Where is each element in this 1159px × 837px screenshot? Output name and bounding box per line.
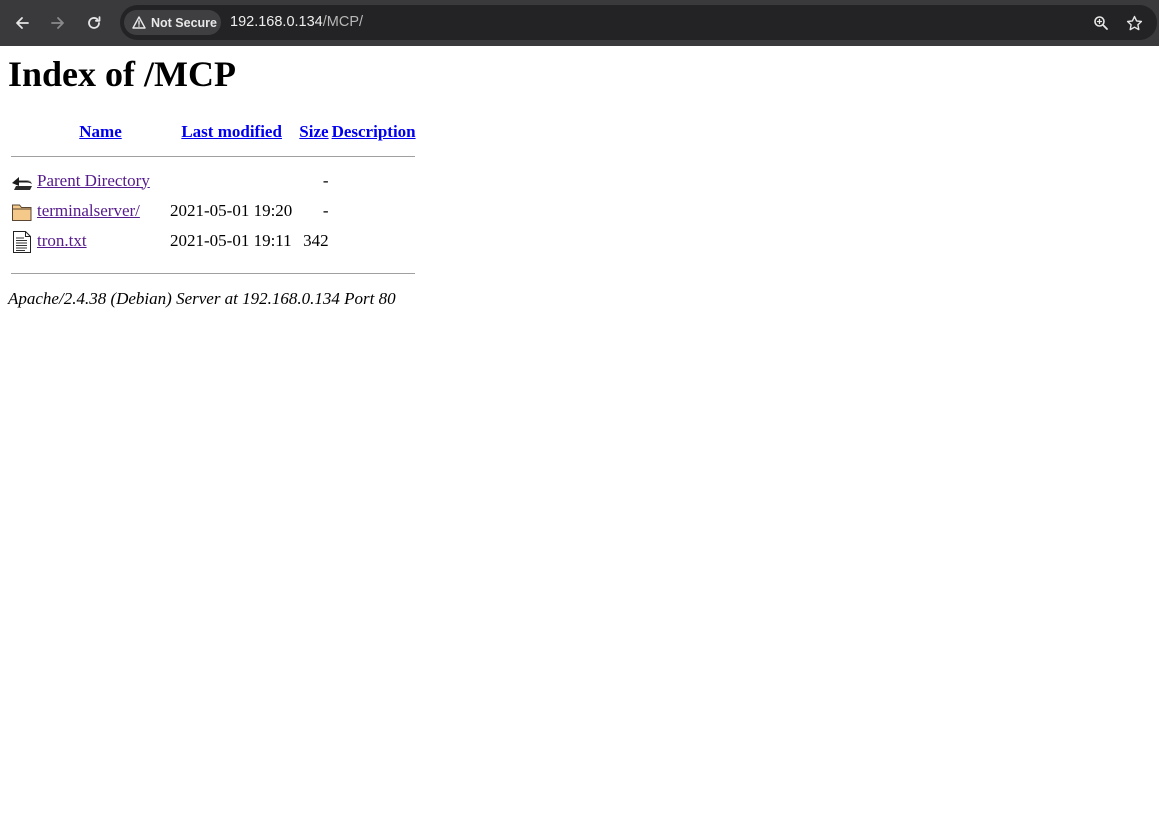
reload-icon bbox=[88, 16, 101, 29]
last-modified-cell: 2021-05-01 19:20 bbox=[170, 200, 293, 220]
description-cell bbox=[332, 230, 416, 260]
table-row: tron.txt 2021-05-01 19:11 342 bbox=[10, 230, 416, 260]
page-title: Index of /MCP bbox=[8, 54, 236, 94]
description-cell bbox=[332, 200, 416, 228]
back-arrow-icon bbox=[12, 176, 32, 190]
size-cell: - bbox=[322, 170, 329, 190]
back-arrow-icon bbox=[16, 17, 29, 29]
url-text[interactable]: 192.168.0.134/MCP/ bbox=[230, 14, 363, 30]
size-cell: 342 bbox=[303, 230, 329, 250]
forward-arrow-icon bbox=[51, 17, 64, 29]
table-row: terminalserver/ 2021-05-01 19:20 - bbox=[10, 200, 416, 228]
address-bar[interactable]: Not Secure 192.168.0.134/MCP/ bbox=[120, 5, 1157, 40]
row-icon-cell bbox=[10, 200, 34, 228]
text-file-icon bbox=[13, 230, 31, 253]
directory-listing-table: Name Last modified Size Description Pare… bbox=[8, 119, 418, 287]
sort-by-description-link[interactable]: Description bbox=[332, 122, 416, 141]
warning-icon bbox=[132, 16, 146, 29]
reload-button[interactable] bbox=[82, 11, 106, 35]
zoom-icon bbox=[1094, 16, 1108, 30]
tron-txt-link[interactable]: tron.txt bbox=[37, 231, 87, 250]
security-label: Not Secure bbox=[151, 15, 217, 30]
url-host: 192.168.0.134 bbox=[230, 14, 323, 30]
description-cell bbox=[332, 170, 416, 198]
size-column-header: Size bbox=[298, 121, 329, 143]
name-cell: tron.txt bbox=[36, 230, 165, 260]
star-icon bbox=[1126, 15, 1142, 30]
bookmark-button[interactable] bbox=[1124, 13, 1144, 33]
url-path: /MCP/ bbox=[322, 14, 364, 30]
separator-row bbox=[10, 262, 416, 285]
name-cell: Parent Directory bbox=[36, 170, 165, 198]
last-modified-cell: 2021-05-01 19:11 bbox=[170, 230, 292, 250]
sort-by-last-modified-link[interactable]: Last modified bbox=[181, 122, 282, 141]
divider bbox=[11, 155, 415, 157]
page-content: Index of /MCP Name Last modified Size De… bbox=[0, 54, 1159, 309]
terminalserver-link[interactable]: terminalserver/ bbox=[37, 201, 140, 220]
table-header-row: Name Last modified Size Description bbox=[10, 121, 416, 143]
table-row: Parent Directory - bbox=[10, 170, 416, 198]
last-modified-cell bbox=[167, 170, 296, 198]
size-cell: - bbox=[322, 200, 329, 220]
separator-row bbox=[10, 145, 416, 168]
name-cell: terminalserver/ bbox=[36, 200, 165, 228]
icon-column-header bbox=[10, 121, 34, 143]
name-column-header: Name bbox=[36, 121, 165, 143]
parent-directory-link[interactable]: Parent Directory bbox=[37, 171, 150, 190]
browser-toolbar: Not Secure 192.168.0.134/MCP/ bbox=[0, 0, 1159, 46]
row-icon-cell bbox=[10, 230, 34, 260]
back-button[interactable] bbox=[10, 11, 34, 35]
server-signature: Apache/2.4.38 (Debian) Server at 192.168… bbox=[8, 288, 396, 308]
description-column-header: Description bbox=[332, 121, 416, 143]
zoom-button[interactable] bbox=[1091, 13, 1111, 33]
folder-icon bbox=[12, 204, 32, 221]
row-icon-cell bbox=[10, 170, 34, 198]
forward-button[interactable] bbox=[46, 11, 70, 35]
divider bbox=[11, 272, 415, 274]
sort-by-size-link[interactable]: Size bbox=[299, 122, 328, 141]
sort-by-name-link[interactable]: Name bbox=[79, 122, 121, 141]
security-indicator[interactable]: Not Secure bbox=[124, 10, 221, 35]
last-modified-column-header: Last modified bbox=[167, 121, 296, 143]
